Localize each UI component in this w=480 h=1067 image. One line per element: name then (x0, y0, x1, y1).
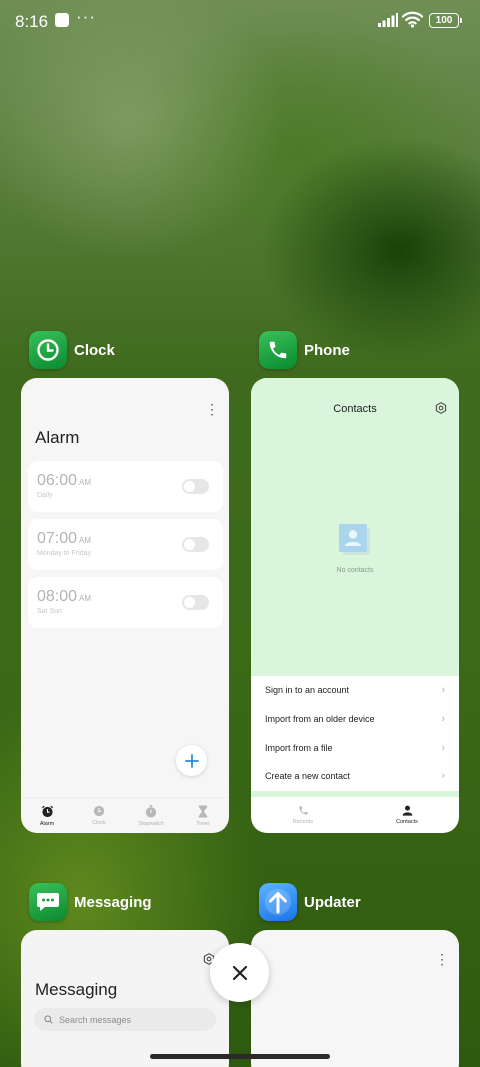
tab-label: Alarm (39, 820, 55, 827)
tab-label: Stopwatch (138, 820, 164, 827)
home-indicator[interactable] (150, 1054, 330, 1059)
alarm-time: 06:00 AM (37, 472, 91, 490)
menu-label: Import from an older device (265, 714, 375, 725)
alarm-ampm: AM (79, 594, 92, 603)
menu-label: Sign in to an account (265, 685, 350, 696)
tab-label: Timer (196, 820, 210, 827)
dots-icon: ··· (76, 7, 96, 26)
app-header-messaging[interactable]: Messaging (29, 883, 152, 921)
add-alarm-button[interactable] (176, 745, 207, 776)
chevron-right-icon: › (441, 684, 445, 697)
app-header-clock[interactable]: Clock (29, 331, 115, 369)
alarm-time: 08:00 AM (37, 588, 91, 606)
square-icon (55, 13, 69, 27)
app-header-phone[interactable]: Phone (259, 331, 350, 369)
chat-icon[interactable] (29, 883, 67, 921)
tab-label: Recents (292, 819, 314, 825)
clear-all-button[interactable] (210, 943, 269, 1002)
tab-label: Clock (92, 820, 106, 826)
chevron-right-icon: › (441, 741, 445, 754)
no-contacts-text: No contacts (336, 567, 374, 574)
contacts-title: Contacts (333, 403, 377, 415)
tab-alarm[interactable]: Alarm (21, 798, 73, 833)
app-name-phone: Phone (304, 341, 350, 359)
search-icon (44, 1015, 53, 1024)
plus-icon (184, 753, 199, 768)
menu-create-contact[interactable]: Create a new contact › (251, 762, 459, 791)
tab-stopwatch[interactable]: Stopwatch (125, 798, 177, 833)
clock-app-card[interactable]: ⋮ Alarm 06:00 AM Daily 07:00 AM Monday to … (21, 378, 229, 833)
contacts-menu: Sign in to an account › Import from an o… (251, 676, 459, 791)
search-messages-input[interactable]: Search messages (34, 1008, 216, 1031)
arrow-up-icon[interactable] (259, 883, 297, 921)
tab-clock[interactable]: Clock (73, 798, 125, 833)
alarm-repeat-label: Monday to Friday (37, 550, 92, 557)
clock-bottom-nav: Alarm Clock Stopwatch Timer (21, 797, 229, 833)
menu-import-older-device[interactable]: Import from an older device › (251, 705, 459, 734)
app-name-clock: Clock (74, 341, 115, 359)
alarm-ampm: AM (79, 478, 92, 487)
more-options-icon[interactable]: ⋮ (205, 402, 219, 416)
chevron-right-icon: › (441, 770, 445, 783)
app-name-messaging: Messaging (74, 893, 152, 911)
chevron-right-icon: › (441, 713, 445, 726)
close-icon (232, 965, 247, 980)
messaging-title: Messaging (35, 980, 118, 999)
messaging-app-card[interactable]: Messaging Search messages (21, 930, 229, 1067)
contact-card-icon (339, 524, 370, 555)
stopwatch-icon (145, 804, 157, 817)
phone-icon (298, 806, 308, 815)
alarm-toggle[interactable] (182, 479, 209, 494)
person-icon (402, 805, 412, 816)
alarm-repeat-label: Daily (37, 492, 53, 499)
more-options-icon[interactable]: ⋮ (435, 952, 449, 966)
menu-sign-in[interactable]: Sign in to an account › (251, 676, 459, 705)
alarm-time-value: 07:00 (37, 530, 78, 547)
alarm-repeat-label: Sat Sun (37, 608, 62, 615)
phone-bottom-nav: Recents Contacts (251, 797, 459, 833)
app-header-updater[interactable]: Updater (259, 883, 361, 921)
menu-import-file[interactable]: Import from a file › (251, 733, 459, 762)
status-time: 8:16 (15, 12, 49, 31)
updater-app-card[interactable]: ⋮ (251, 930, 459, 1067)
alarm-time-value: 06:00 (37, 472, 78, 489)
tab-timer[interactable]: Timer (177, 798, 229, 833)
hourglass-icon (198, 804, 208, 818)
settings-icon[interactable] (435, 402, 447, 414)
alarm-item[interactable]: 06:00 AM Daily (28, 461, 223, 512)
tab-contacts[interactable]: Contacts (355, 797, 459, 833)
tab-recents[interactable]: Recents (251, 797, 355, 833)
alarm-ampm: AM (79, 536, 92, 545)
menu-label: Import from a file (265, 742, 333, 753)
menu-label: Create a new contact (265, 771, 351, 782)
phone-icon[interactable] (259, 331, 297, 369)
app-name-updater: Updater (304, 893, 361, 911)
clock-icon[interactable] (29, 331, 67, 369)
alarm-icon (41, 805, 53, 817)
battery-icon: 100 (429, 13, 462, 28)
tab-label: Contacts (396, 819, 418, 825)
phone-app-card[interactable]: Contacts No contacts Sign in to an accou… (251, 378, 459, 833)
alarm-item[interactable]: 07:00 AM Monday to Friday (28, 519, 223, 570)
signal-icon (378, 13, 398, 27)
alarm-time: 07:00 AM (37, 530, 91, 548)
battery-level: 100 (435, 14, 453, 26)
search-placeholder: Search messages (59, 1014, 132, 1025)
alarm-toggle[interactable] (182, 537, 209, 552)
alarm-toggle[interactable] (182, 595, 209, 610)
alarm-time-value: 08:00 (37, 588, 78, 605)
alarm-item[interactable]: 08:00 AM Sat Sun (28, 577, 223, 628)
wifi-icon (402, 11, 423, 28)
status-bar: 8:16 ··· 100 (0, 0, 480, 44)
clock-icon (93, 805, 105, 817)
alarm-title: Alarm (35, 428, 80, 447)
